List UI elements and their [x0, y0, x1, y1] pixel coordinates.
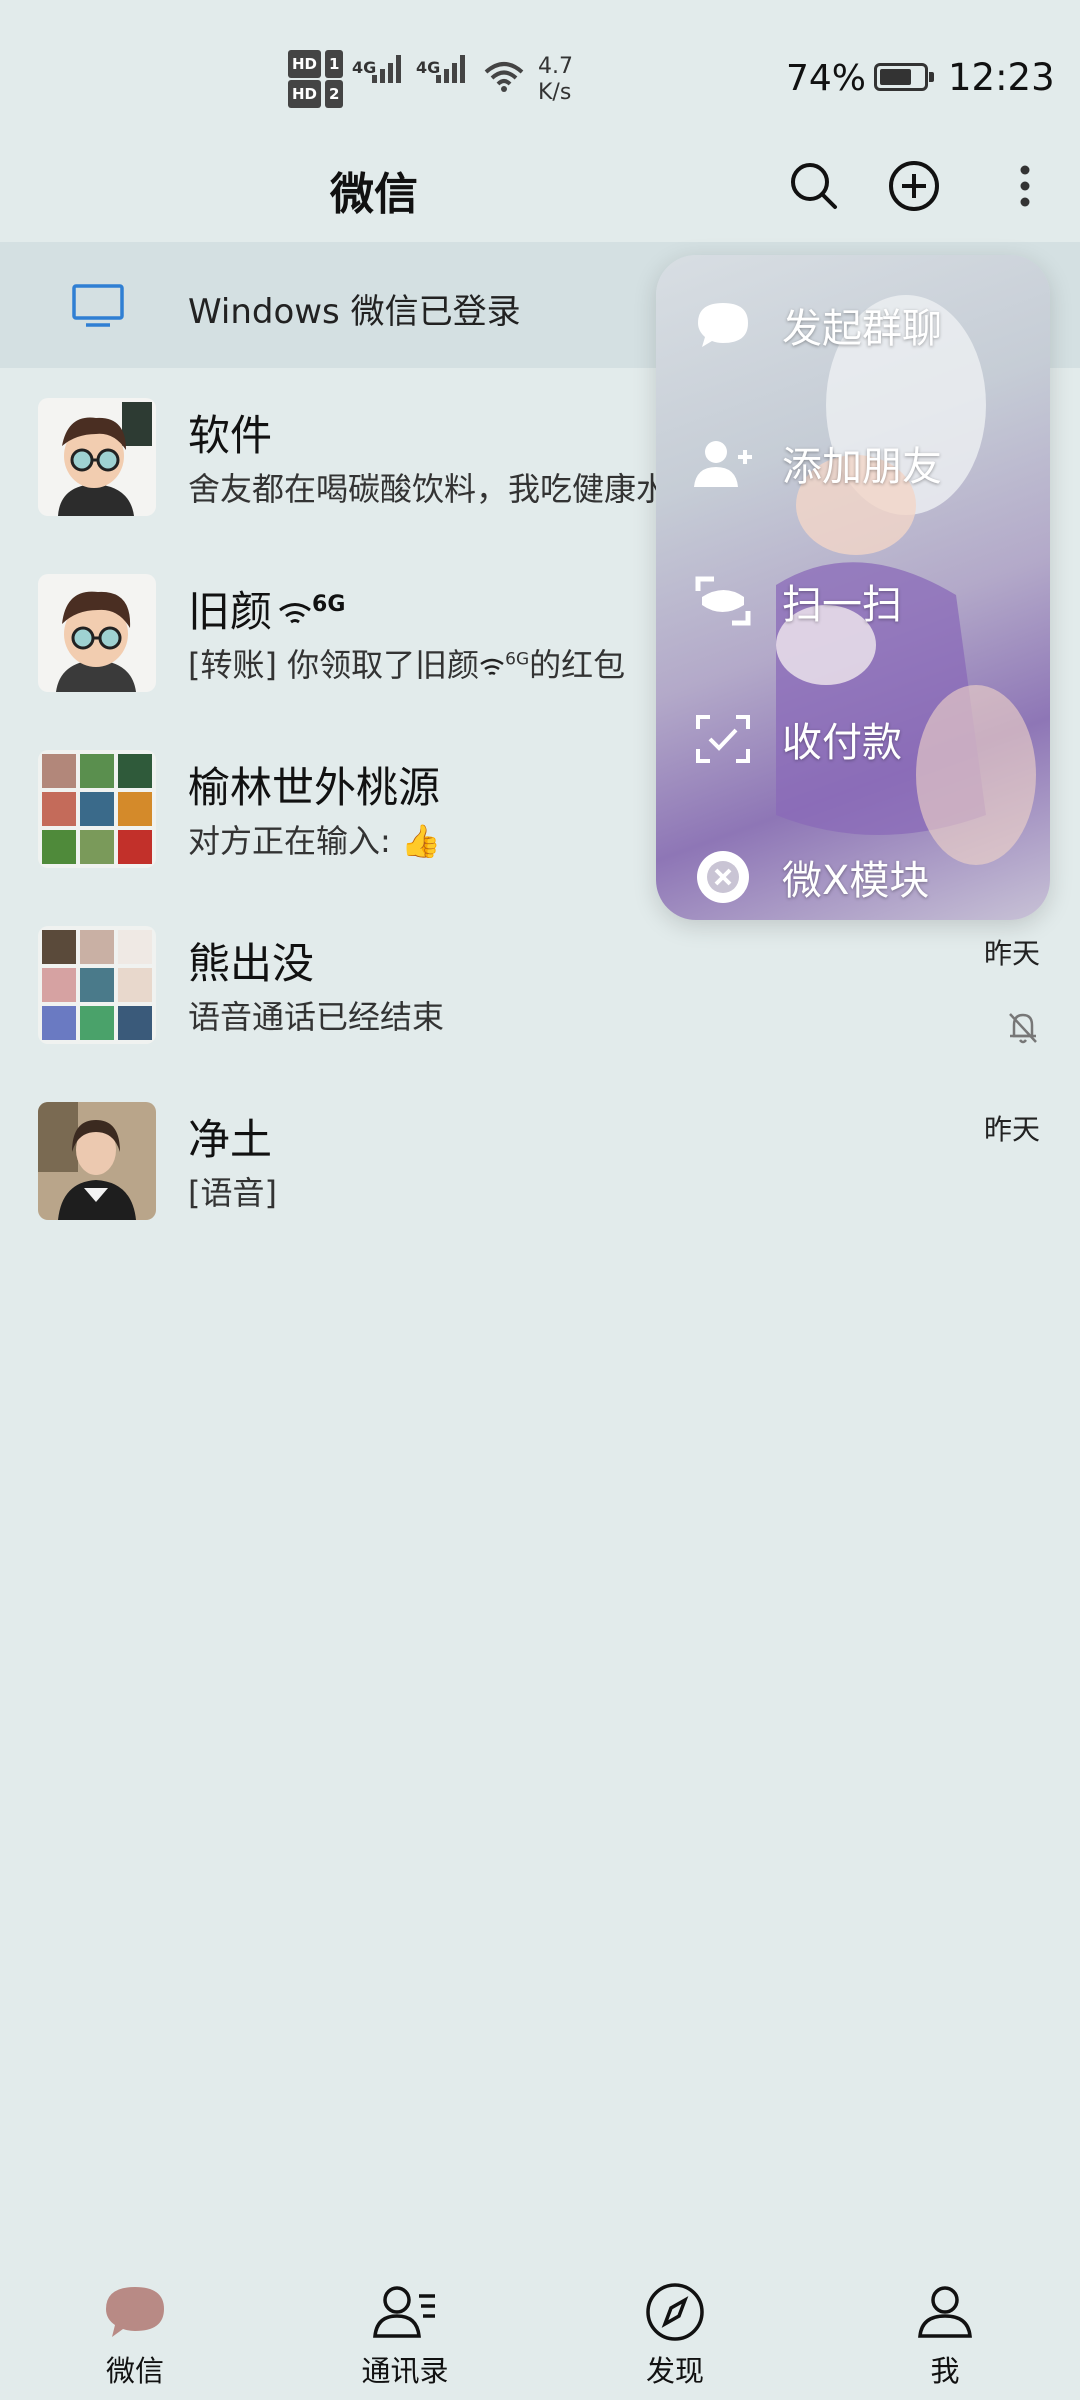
compass-icon [595, 2280, 755, 2344]
payment-icon [692, 708, 754, 770]
chat-icon [55, 2280, 215, 2344]
chat-name-text: 旧颜 [188, 587, 273, 636]
scan-icon [692, 570, 754, 632]
chat-time: 昨天 [983, 1113, 1040, 1146]
contacts-icon [325, 2280, 485, 2344]
plus-circle-icon[interactable] [884, 156, 944, 216]
tab-me[interactable]: 我 [865, 2280, 1025, 2390]
chat-name-suffix: 6G [312, 592, 346, 617]
chat-last-message: 语音通话已经结束 [188, 998, 445, 1036]
tab-label: 发现 [645, 2354, 704, 2388]
more-vertical-icon[interactable] [995, 156, 1055, 216]
tab-label: 我 [930, 2354, 960, 2388]
wifi-glyph-icon [279, 603, 311, 624]
hd2-badge: HD [288, 80, 322, 108]
chat-name: 榆林世外桃源 [188, 763, 441, 812]
hd-indicators: HD 1 HD 2 [288, 50, 344, 110]
module-close-icon [692, 846, 754, 908]
menu-item-group-chat[interactable]: 发起群聊 [656, 256, 1050, 394]
chat-time: 昨天 [983, 937, 1040, 970]
clock: 12:23 [948, 56, 1055, 99]
chat-bubble-icon [692, 294, 754, 356]
signal1-icon [372, 55, 401, 83]
menu-item-payment[interactable]: 收付款 [656, 670, 1050, 808]
menu-item-add-friend[interactable]: 添加朋友 [656, 394, 1050, 532]
search-icon[interactable] [784, 156, 844, 216]
group-avatar [38, 750, 156, 868]
chat-message-text: 对方正在输入: [188, 822, 391, 860]
chat-name: 熊出没 [188, 939, 315, 988]
hd1-badge: HD [288, 50, 322, 78]
menu-item-module[interactable]: 微X模块 [656, 808, 1050, 920]
thumbs-up-emoji: 👍 [400, 822, 441, 860]
tab-label: 通讯录 [361, 2354, 449, 2388]
battery-fill [880, 69, 911, 85]
group-avatar [38, 926, 156, 1044]
menu-item-label: 添加朋友 [782, 444, 942, 490]
chat-last-message: [转账] 你领取了旧颜 6G的红包 [188, 640, 625, 686]
app-header: 微信 [0, 140, 1080, 240]
wifi-glyph-icon [480, 658, 504, 676]
menu-item-label: 微X模块 [782, 858, 930, 904]
network-speed: 4.7 K/s [538, 54, 573, 106]
bottom-nav: 微信 通讯录 发现 我 [0, 2260, 1080, 2400]
tab-discover[interactable]: 发现 [595, 2280, 755, 2390]
avatar [38, 1102, 156, 1220]
hd1-num: 1 [325, 50, 344, 78]
add-friend-icon [692, 432, 754, 494]
hd2-num: 2 [325, 80, 344, 108]
signal2-icon [436, 55, 465, 83]
chat-name: 净土 [188, 1115, 273, 1164]
menu-item-label: 扫一扫 [782, 582, 902, 628]
mute-bell-icon [1009, 1013, 1037, 1044]
chat-last-message: [语音] [188, 1174, 277, 1212]
chat-last-message: 舍友都在喝碳酸饮料，我吃健康水 [188, 470, 669, 508]
tab-chats[interactable]: 微信 [55, 2280, 215, 2390]
page-title: 微信 [330, 169, 418, 220]
avatar [38, 574, 156, 692]
battery-percent: 74% [786, 58, 867, 99]
chat-last-message: 对方正在输入: 👍 [188, 816, 441, 862]
wifi-icon [484, 62, 524, 92]
speed-unit: K/s [538, 80, 572, 105]
chat-message-tail: 的红包 [529, 646, 626, 684]
chat-name: 软件 [188, 411, 273, 460]
menu-item-label: 收付款 [782, 720, 902, 766]
chat-item-4[interactable]: 熊出没 语音通话已经结束 昨天 [0, 898, 1080, 1074]
tab-label: 微信 [105, 2354, 164, 2388]
menu-item-scan[interactable]: 扫一扫 [656, 532, 1050, 670]
chat-name: 旧颜 6G [188, 578, 345, 639]
speed-value: 4.7 [538, 54, 573, 79]
tab-contacts[interactable]: 通讯录 [325, 2280, 485, 2390]
battery-icon [874, 63, 934, 91]
chat-message-text: [转账] 你领取了旧颜 [188, 646, 480, 684]
plus-popup-menu: 发起群聊 添加朋友 扫一扫 收付款 微X模块 [656, 255, 1050, 920]
banner-text: Windows 微信已登录 [188, 292, 521, 332]
chat-message-suffix: 6G [505, 649, 530, 670]
avatar [38, 398, 156, 516]
monitor-icon [72, 284, 124, 327]
profile-icon [865, 2280, 1025, 2344]
chat-item-5[interactable]: 净土 [语音] 昨天 [0, 1074, 1080, 1250]
menu-item-label: 发起群聊 [782, 306, 942, 352]
status-bar: HD 1 HD 2 4G 4G 4.7 K/s 74% 12:23 [0, 0, 1080, 130]
